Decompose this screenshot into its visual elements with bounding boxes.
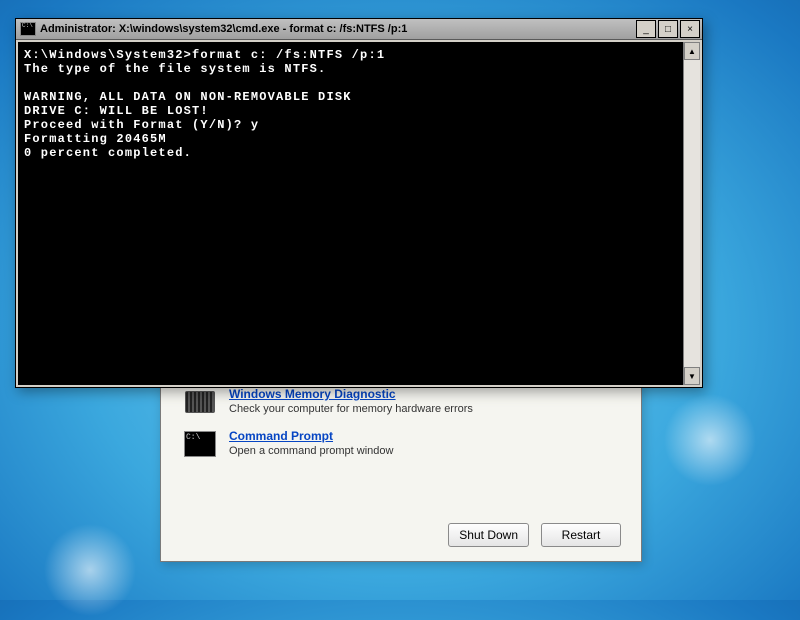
maximize-button[interactable]: □	[658, 20, 678, 38]
cmd-titlebar[interactable]: Administrator: X:\windows\system32\cmd.e…	[16, 19, 702, 40]
memory-diagnostic-desc: Check your computer for memory hardware …	[229, 403, 473, 415]
shut-down-button[interactable]: Shut Down	[448, 523, 529, 547]
console-line: DRIVE C: WILL BE LOST!	[24, 104, 209, 118]
cmd-window: Administrator: X:\windows\system32\cmd.e…	[15, 18, 703, 388]
vertical-scrollbar[interactable]: ▲ ▼	[683, 42, 700, 385]
option-command-prompt[interactable]: Command Prompt Open a command prompt win…	[161, 423, 641, 465]
minimize-button[interactable]: _	[636, 20, 656, 38]
command-prompt-icon	[183, 429, 217, 459]
console-line: Proceed with Format (Y/N)? y	[24, 118, 259, 132]
console-line: Formatting 20465M	[24, 132, 167, 146]
console-line: The type of the file system is NTFS.	[24, 62, 326, 76]
cmd-window-title: Administrator: X:\windows\system32\cmd.e…	[40, 23, 632, 35]
console-line: 0 percent completed.	[24, 146, 192, 160]
cmd-app-icon	[20, 22, 36, 36]
command-prompt-link[interactable]: Command Prompt	[229, 429, 393, 443]
command-prompt-desc: Open a command prompt window	[229, 445, 393, 457]
restart-button[interactable]: Restart	[541, 523, 621, 547]
scroll-down-icon[interactable]: ▼	[684, 367, 700, 385]
decor-flare	[660, 390, 760, 490]
decor-flare	[40, 520, 140, 620]
recovery-window: Windows Memory Diagnostic Check your com…	[160, 380, 642, 562]
scroll-up-icon[interactable]: ▲	[684, 42, 700, 60]
scroll-track[interactable]	[684, 60, 700, 367]
console-output[interactable]: X:\Windows\System32>format c: /fs:NTFS /…	[18, 42, 683, 385]
memory-diagnostic-link[interactable]: Windows Memory Diagnostic	[229, 387, 473, 401]
console-line: X:\Windows\System32>format c: /fs:NTFS /…	[24, 48, 385, 62]
console-line: WARNING, ALL DATA ON NON-REMOVABLE DISK	[24, 90, 352, 104]
memory-diagnostic-icon	[183, 387, 217, 417]
close-button[interactable]: ×	[680, 20, 700, 38]
